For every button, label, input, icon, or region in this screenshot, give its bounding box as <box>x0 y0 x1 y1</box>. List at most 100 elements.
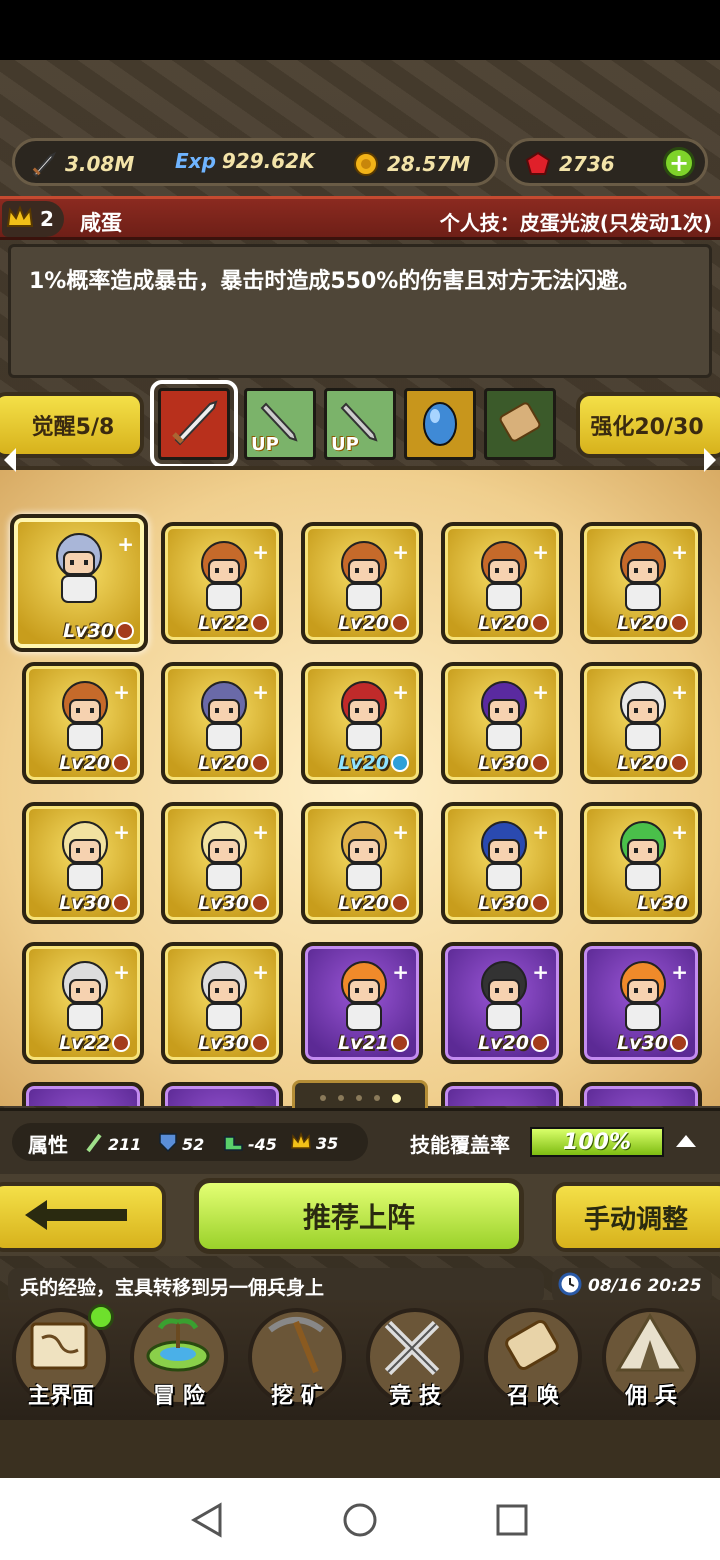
back-button[interactable] <box>0 1182 166 1252</box>
sparkle-icon: + <box>532 960 549 984</box>
mercenary-level-text: Lv22 <box>59 1032 110 1054</box>
sparkle-icon: + <box>671 820 688 844</box>
recent-apps-icon[interactable] <box>496 1504 528 1540</box>
attack-value: 3.08M <box>65 152 135 176</box>
mercenary-card[interactable]: + Lv20 <box>301 522 423 644</box>
mercenary-card[interactable]: + Lv30 <box>580 802 702 924</box>
nav-label: 挖 矿 <box>271 1384 323 1409</box>
hero-avatar-icon <box>341 821 387 891</box>
mercenary-card[interactable]: + Lv30 <box>10 514 148 652</box>
scroll-icon <box>505 1319 559 1371</box>
sparkle-icon: + <box>113 680 130 704</box>
manual-adjust-button[interactable]: 手动调整 <box>552 1182 720 1252</box>
enhance-button[interactable]: 强化20/30 <box>576 392 720 458</box>
sparkle-icon: + <box>392 960 409 984</box>
speed-stat-value: -45 <box>248 1134 277 1154</box>
equip-slot-1[interactable] <box>150 380 238 468</box>
nav-item-crossed-swords[interactable]: 竞 技 <box>356 1304 474 1414</box>
sparkle-icon: + <box>113 820 130 844</box>
mercenary-card-partial[interactable] <box>441 1082 563 1106</box>
system-navigation-bar <box>0 1478 720 1560</box>
hero-avatar-icon <box>201 961 247 1031</box>
gold-resource: 28.57M <box>351 149 470 179</box>
mercenary-card[interactable]: + Lv30 <box>441 662 563 784</box>
level-badge-icon <box>391 894 409 912</box>
mercenary-level-text: Lv30 <box>59 892 110 914</box>
mercenary-level: Lv30 <box>59 892 130 914</box>
equip-slot-3[interactable]: UP <box>324 388 396 460</box>
level-badge-icon <box>391 754 409 772</box>
mercenary-level: Lv22 <box>198 612 269 634</box>
hero-avatar-icon <box>341 961 387 1031</box>
level-badge-icon <box>531 754 549 772</box>
mercenary-card[interactable]: + Lv20 <box>441 522 563 644</box>
mercenary-card[interactable]: + Lv22 <box>161 522 283 644</box>
sparkle-icon: + <box>252 680 269 704</box>
mercenary-level: Lv30 <box>478 752 549 774</box>
mercenary-card[interactable]: + Lv30 <box>441 802 563 924</box>
mercenary-card[interactable]: + Lv20 <box>22 662 144 784</box>
sparkle-icon: + <box>392 540 409 564</box>
nav-item-map[interactable]: 主界面 <box>2 1304 120 1414</box>
equip-slot-2[interactable]: UP <box>244 388 316 460</box>
expand-stats-button[interactable] <box>676 1135 696 1147</box>
hero-avatar-icon <box>481 961 527 1031</box>
hero-avatar-icon <box>341 681 387 751</box>
mercenary-card[interactable]: + Lv30 <box>580 942 702 1064</box>
mercenary-level: Lv30 <box>198 1032 269 1054</box>
page-dot <box>319 1095 326 1101</box>
mercenary-card[interactable]: + Lv20 <box>441 942 563 1064</box>
mercenary-grid: + Lv30 + Lv22 + Lv20 + Lv20 + Lv20 + Lv20 + Lv20 + Lv20… <box>0 466 720 1106</box>
level-badge-icon <box>531 1034 549 1052</box>
nav-item-tent[interactable]: 佣 兵 <box>592 1304 710 1414</box>
gem-value: 2736 <box>559 152 615 176</box>
level-badge-icon <box>116 622 134 640</box>
level-badge-icon <box>391 614 409 632</box>
exp-icon: Exp <box>175 149 216 173</box>
hero-header: 2 咸蛋 个人技：皮蛋光波(只发动1次) <box>0 196 720 240</box>
nav-item-scroll[interactable]: 召 唤 <box>474 1304 592 1414</box>
equip-slot-4[interactable] <box>404 388 476 460</box>
mercenary-level: Lv20 <box>198 752 269 774</box>
mercenary-card-partial[interactable] <box>580 1082 702 1106</box>
clock-icon <box>558 1272 582 1301</box>
add-gems-button[interactable]: + <box>663 147 695 179</box>
mercenary-card[interactable]: + Lv20 <box>301 662 423 784</box>
mercenary-card[interactable]: + Lv20 <box>161 662 283 784</box>
mercenary-card[interactable]: + Lv30 <box>161 942 283 1064</box>
mercenary-card[interactable]: + Lv30 <box>161 802 283 924</box>
game-screen: 3.08M Exp 929.62K 28.57M 2736 + 2 咸蛋 个人技… <box>0 60 720 1478</box>
level-badge-icon <box>251 614 269 632</box>
nav-item-pickaxe[interactable]: 挖 矿 <box>238 1304 356 1414</box>
news-ticker: 兵的经验，宝具转移到另一佣兵身上 <box>8 1268 544 1304</box>
sparkle-icon: + <box>392 680 409 704</box>
prev-page-arrow[interactable] <box>4 448 16 472</box>
home-circle-icon[interactable] <box>342 1502 378 1542</box>
mercenary-card[interactable]: + Lv20 <box>301 802 423 924</box>
level-badge-icon <box>112 1034 130 1052</box>
crown-stat: 35 <box>290 1131 338 1155</box>
recommend-deploy-button[interactable]: 推荐上阵 <box>194 1178 524 1254</box>
nav-item-island[interactable]: 冒 险 <box>120 1304 238 1414</box>
attack-stat-value: 211 <box>108 1134 142 1154</box>
attack-resource: 3.08M <box>29 149 134 179</box>
hero-avatar-icon <box>481 541 527 611</box>
awaken-button[interactable]: 觉醒5/8 <box>0 392 144 458</box>
hero-rank-badge: 2 <box>2 201 64 237</box>
mercenary-card[interactable]: + Lv20 <box>580 662 702 784</box>
mercenary-card-partial[interactable] <box>22 1082 144 1106</box>
next-page-arrow[interactable] <box>704 448 716 472</box>
upgrade-tag: UP <box>251 434 279 455</box>
hero-avatar-icon <box>201 821 247 891</box>
mercenary-card[interactable]: + Lv20 <box>580 522 702 644</box>
nav-label: 冒 险 <box>153 1384 205 1409</box>
mercenary-card[interactable]: + Lv30 <box>22 802 144 924</box>
equip-slot-5[interactable] <box>484 388 556 460</box>
sparkle-icon: + <box>117 532 134 556</box>
upgrade-tag: UP <box>331 434 359 455</box>
sparkle-icon: + <box>113 960 130 984</box>
mercenary-card-partial[interactable] <box>161 1082 283 1106</box>
mercenary-card[interactable]: + Lv21 <box>301 942 423 1064</box>
mercenary-card[interactable]: + Lv22 <box>22 942 144 1064</box>
back-triangle-icon[interactable] <box>190 1502 224 1542</box>
